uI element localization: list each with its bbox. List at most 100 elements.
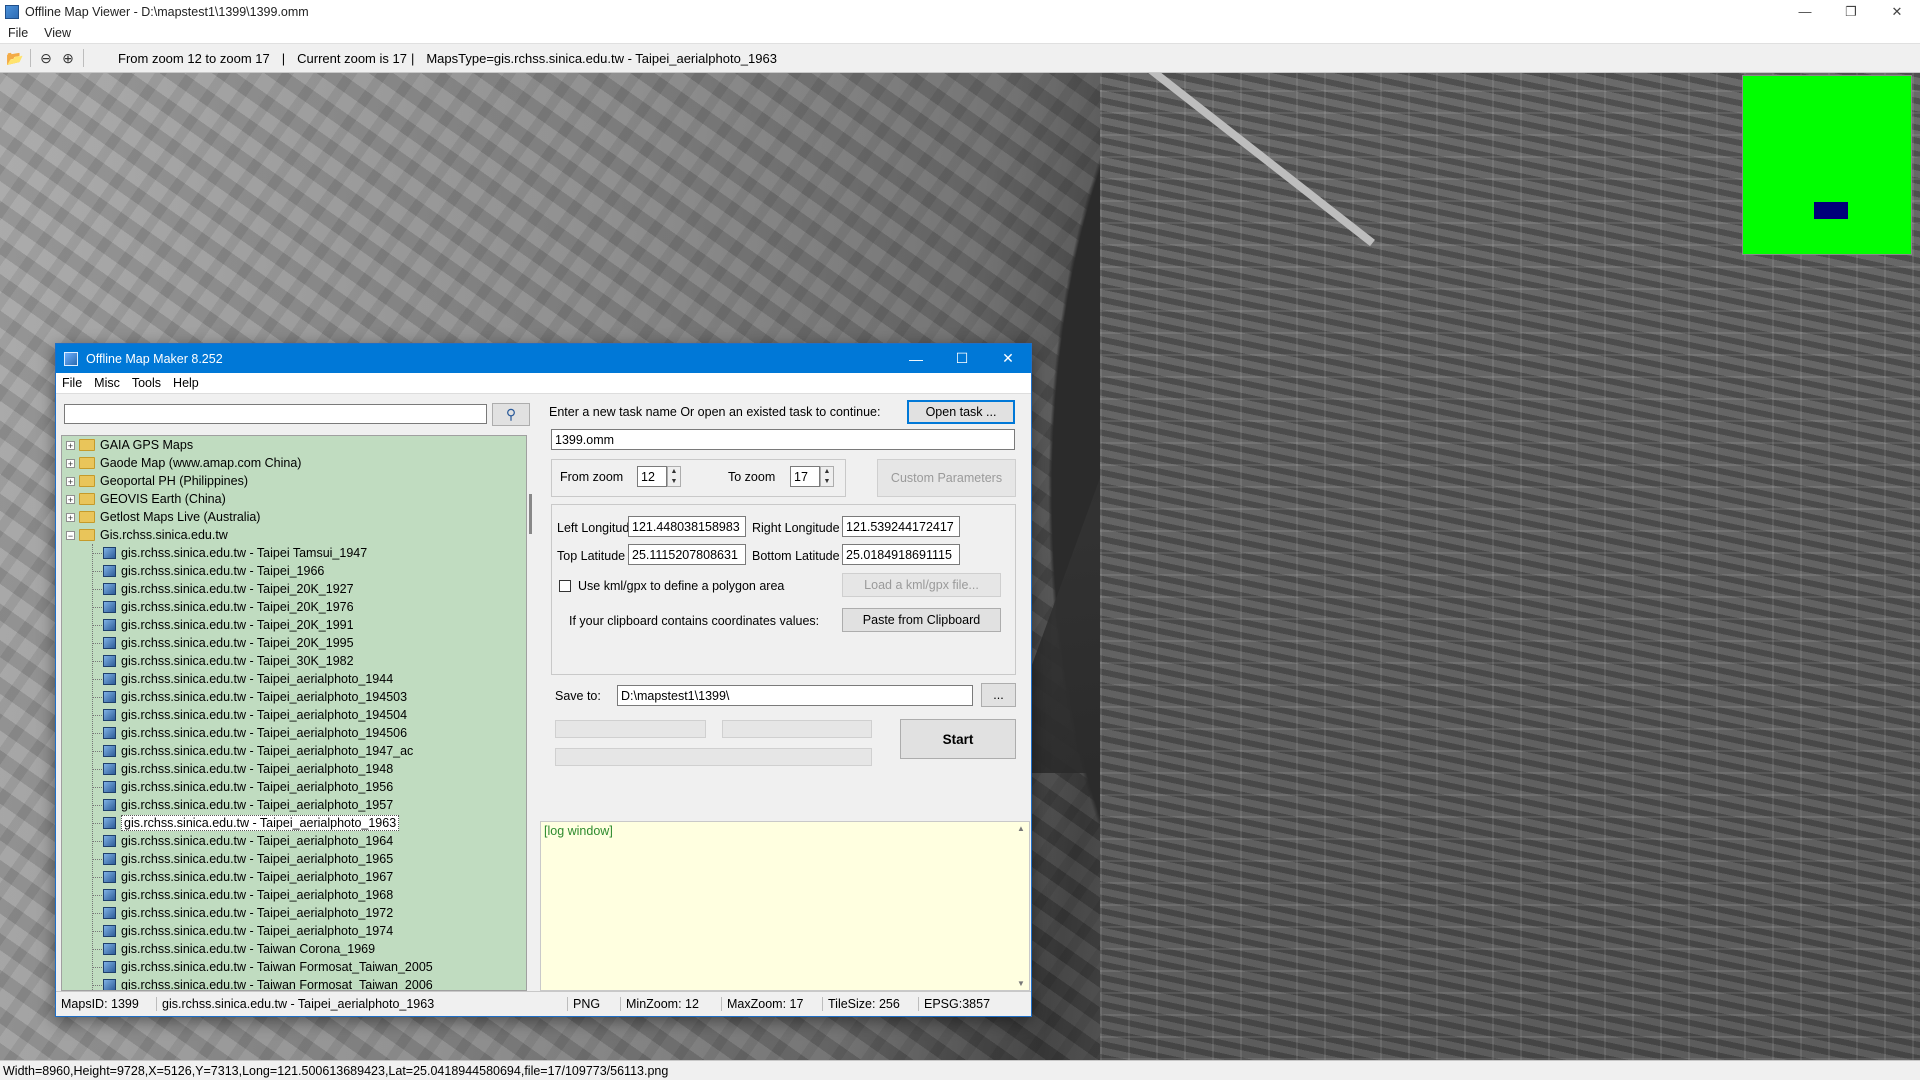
log-window[interactable]: [log window] ▲ ▼ (540, 821, 1030, 991)
tree-map-item[interactable]: gis.rchss.sinica.edu.tw - Taipei_30K_198… (62, 652, 526, 670)
dialog-titlebar[interactable]: Offline Map Maker 8.252 — ☐ ✕ (56, 344, 1031, 373)
tree-map-item-selected[interactable]: gis.rchss.sinica.edu.tw - Taipei_aerialp… (62, 814, 526, 832)
tree-map-item[interactable]: gis.rchss.sinica.edu.tw - Taipei Tamsui_… (62, 544, 526, 562)
tree-map-item[interactable]: gis.rchss.sinica.edu.tw - Taipei_aerialp… (62, 760, 526, 778)
tree-map-item[interactable]: gis.rchss.sinica.edu.tw - Taipei_20K_192… (62, 580, 526, 598)
dialog-menu-file[interactable]: File (56, 376, 88, 390)
bottom-latitude-input[interactable]: 25.0184918691115 (842, 544, 960, 565)
tree-map-item[interactable]: gis.rchss.sinica.edu.tw - Taipei_aerialp… (62, 796, 526, 814)
expand-icon[interactable]: + (66, 440, 75, 450)
tree-map-item[interactable]: gis.rchss.sinica.edu.tw - Taiwan Formosa… (62, 958, 526, 976)
map-icon (103, 871, 116, 883)
top-latitude-input[interactable]: 25.1115207808631 (628, 544, 746, 565)
tree-map-item[interactable]: gis.rchss.sinica.edu.tw - Taipei_aerialp… (62, 688, 526, 706)
tree-map-item[interactable]: gis.rchss.sinica.edu.tw - Taipei_aerialp… (62, 778, 526, 796)
menu-view[interactable]: View (36, 26, 79, 40)
dialog-minimize-icon[interactable]: — (893, 344, 939, 373)
dialog-maximize-icon[interactable]: ☐ (939, 344, 985, 373)
from-zoom-input[interactable]: 12 (637, 466, 667, 487)
tree-folder-open[interactable]: − Gis.rchss.sinica.edu.tw (62, 526, 526, 544)
start-button[interactable]: Start (900, 719, 1016, 759)
tree-map-item[interactable]: gis.rchss.sinica.edu.tw - Taiwan Corona_… (62, 940, 526, 958)
browse-button[interactable]: ... (981, 683, 1016, 707)
map-icon (103, 817, 116, 829)
spin-up-icon[interactable]: ▲ (821, 467, 833, 477)
to-zoom-input[interactable]: 17 (790, 466, 820, 487)
tree-map-item[interactable]: gis.rchss.sinica.edu.tw - Taiwan Formosa… (62, 976, 526, 990)
scroll-up-icon[interactable]: ▲ (1017, 824, 1025, 833)
map-icon (103, 763, 116, 775)
from-zoom-stepper[interactable]: ▲ ▼ (667, 466, 681, 487)
menu-file[interactable]: File (0, 26, 36, 40)
map-search-input[interactable] (64, 404, 487, 424)
dialog-menu-help[interactable]: Help (167, 376, 205, 390)
tree-map-item[interactable]: gis.rchss.sinica.edu.tw - Taipei_aerialp… (62, 724, 526, 742)
tree-map-item[interactable]: gis.rchss.sinica.edu.tw - Taipei_20K_197… (62, 598, 526, 616)
tree-folder[interactable]: + GAIA GPS Maps (62, 436, 526, 454)
tree-folder[interactable]: + Gaode Map (www.amap.com China) (62, 454, 526, 472)
load-kml-button[interactable]: Load a kml/gpx file... (842, 573, 1001, 597)
zoom-out-icon[interactable]: ⊖ (35, 47, 57, 69)
tree-map-item[interactable]: gis.rchss.sinica.edu.tw - Taipei_aerialp… (62, 742, 526, 760)
custom-parameters-button[interactable]: Custom Parameters (877, 459, 1016, 497)
to-zoom-stepper[interactable]: ▲ ▼ (820, 466, 834, 487)
tree-map-item[interactable]: gis.rchss.sinica.edu.tw - Taipei_aerialp… (62, 832, 526, 850)
spin-down-icon[interactable]: ▼ (668, 477, 680, 487)
top-latitude-label: Top Latitude (557, 549, 626, 563)
tree-item-label: gis.rchss.sinica.edu.tw - Taipei_1966 (121, 564, 325, 578)
expand-icon[interactable]: + (66, 476, 75, 486)
tree-map-item[interactable]: gis.rchss.sinica.edu.tw - Taipei_aerialp… (62, 670, 526, 688)
zoom-in-icon[interactable]: ⊕ (57, 47, 79, 69)
map-icon (103, 889, 116, 901)
offline-map-maker-dialog: Offline Map Maker 8.252 — ☐ ✕ File Misc … (55, 343, 1032, 1017)
minimize-icon[interactable]: — (1782, 0, 1828, 23)
tree-map-item[interactable]: gis.rchss.sinica.edu.tw - Taipei_aerialp… (62, 850, 526, 868)
scroll-down-icon[interactable]: ▼ (1017, 979, 1025, 988)
tree-map-item[interactable]: gis.rchss.sinica.edu.tw - Taipei_aerialp… (62, 868, 526, 886)
left-longitude-input[interactable]: 121.448038158983 (628, 516, 746, 537)
restore-icon[interactable]: ❐ (1828, 0, 1874, 23)
paste-clipboard-button[interactable]: Paste from Clipboard (842, 608, 1001, 632)
save-path-input[interactable]: D:\mapstest1\1399\ (617, 685, 973, 706)
tree-map-item[interactable]: gis.rchss.sinica.edu.tw - Taipei_aerialp… (62, 904, 526, 922)
dialog-menu-tools[interactable]: Tools (126, 376, 167, 390)
kml-polygon-checkbox[interactable] (559, 580, 571, 592)
minimap-viewport[interactable] (1814, 202, 1848, 219)
search-button[interactable]: ⚲ (492, 403, 530, 426)
task-settings-pane: Enter a new task name Or open an existed… (540, 394, 1030, 991)
tree-map-item[interactable]: gis.rchss.sinica.edu.tw - Taipei_20K_199… (62, 616, 526, 634)
tree-item-label: gis.rchss.sinica.edu.tw - Taipei_20K_197… (121, 600, 354, 614)
expand-icon[interactable]: + (66, 494, 75, 504)
spin-up-icon[interactable]: ▲ (668, 467, 680, 477)
toolbar-separator-text: | (281, 50, 286, 66)
tree-map-item[interactable]: gis.rchss.sinica.edu.tw - Taipei_aerialp… (62, 706, 526, 724)
tree-folder[interactable]: + Geoportal PH (Philippines) (62, 472, 526, 490)
collapse-icon[interactable]: − (66, 530, 75, 540)
expand-icon[interactable]: + (66, 458, 75, 468)
tree-map-item[interactable]: gis.rchss.sinica.edu.tw - Taipei_aerialp… (62, 922, 526, 940)
right-longitude-input[interactable]: 121.539244172417 (842, 516, 960, 537)
map-icon (103, 691, 116, 703)
task-name-input[interactable]: 1399.omm (551, 429, 1015, 450)
minimap[interactable] (1742, 75, 1912, 255)
tree-map-item[interactable]: gis.rchss.sinica.edu.tw - Taipei_20K_199… (62, 634, 526, 652)
expand-icon[interactable]: + (66, 512, 75, 522)
tree-scrollbar[interactable] (529, 445, 532, 965)
dialog-menu-misc[interactable]: Misc (88, 376, 126, 390)
tree-map-item[interactable]: gis.rchss.sinica.edu.tw - Taipei_1966 (62, 562, 526, 580)
tree-map-item[interactable]: gis.rchss.sinica.edu.tw - Taipei_aerialp… (62, 886, 526, 904)
status-max-zoom: MaxZoom: 17 (722, 996, 823, 1011)
dialog-close-icon[interactable]: ✕ (985, 344, 1031, 373)
window-title: Offline Map Viewer - D:\mapstest1\1399\1… (25, 4, 309, 19)
open-task-button[interactable]: Open task ... (907, 400, 1015, 424)
viewer-titlebar: Offline Map Viewer - D:\mapstest1\1399\1… (0, 0, 1920, 23)
tree-folder[interactable]: + GEOVIS Earth (China) (62, 490, 526, 508)
close-icon[interactable]: ✕ (1874, 0, 1920, 23)
log-scrollbar[interactable]: ▲ ▼ (1015, 822, 1029, 990)
folder-icon (79, 511, 95, 523)
tree-folder[interactable]: + Getlost Maps Live (Australia) (62, 508, 526, 526)
map-source-tree[interactable]: + GAIA GPS Maps + Gaode Map (www.amap.com … (61, 435, 527, 991)
tree-scrollbar-thumb[interactable] (529, 494, 532, 534)
spin-down-icon[interactable]: ▼ (821, 477, 833, 487)
open-folder-icon[interactable]: 📂 (4, 47, 26, 69)
